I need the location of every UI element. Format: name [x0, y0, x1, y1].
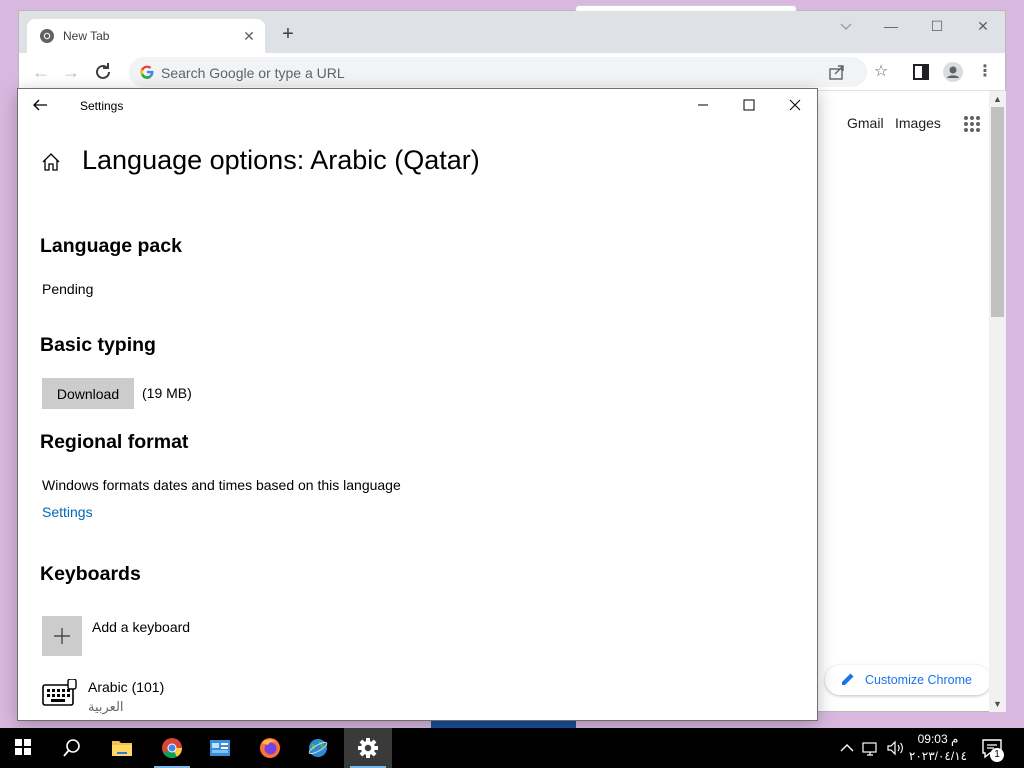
reload-icon[interactable]	[91, 60, 115, 84]
regional-format-heading: Regional format	[40, 431, 189, 453]
back-arrow-icon[interactable]: ←	[29, 60, 53, 84]
gear-icon	[358, 738, 378, 758]
keyboard-native-name: العربية	[88, 699, 124, 714]
page-scrollbar[interactable]: ▲ ▼	[989, 91, 1006, 712]
taskbar-settings[interactable]	[344, 728, 392, 768]
chrome-toolbar: ← → Search Google or type a URL ☆ ⋮	[19, 53, 1005, 91]
page-title: Language options: Arabic (Qatar)	[82, 145, 480, 175]
chrome-tab-strip: New Tab ✕ + — ☐ ✕	[19, 11, 1005, 53]
keyboards-heading: Keyboards	[40, 563, 141, 585]
home-icon[interactable]	[40, 151, 62, 173]
control-panel-icon	[210, 740, 230, 756]
windows-logo-icon	[15, 739, 31, 755]
notification-count-badge: 1	[990, 748, 1004, 762]
side-panel-icon[interactable]	[909, 60, 933, 84]
language-pack-heading: Language pack	[40, 235, 182, 257]
chevron-up-icon[interactable]	[838, 739, 856, 757]
omnibox[interactable]: Search Google or type a URL	[129, 57, 867, 87]
settings-maximize-button[interactable]	[726, 89, 772, 121]
chrome-favicon-icon	[40, 29, 54, 43]
chrome-icon	[162, 738, 183, 759]
folder-icon	[112, 741, 132, 756]
settings-window: Settings Language options: Arabic (Qatar…	[17, 88, 818, 721]
firefox-icon	[260, 738, 280, 758]
taskbar-control-panel[interactable]	[196, 728, 244, 768]
customize-chrome-button[interactable]: Customize Chrome	[825, 665, 991, 695]
profile-avatar-icon[interactable]	[941, 60, 965, 84]
volume-icon[interactable]	[886, 739, 904, 757]
scrollbar-thumb[interactable]	[991, 107, 1004, 317]
new-tab-button[interactable]: +	[277, 24, 299, 46]
start-button[interactable]	[0, 728, 48, 768]
scroll-up-icon[interactable]: ▲	[989, 91, 1006, 107]
clock-date[interactable]: ٢٠٢٣/٠٤/١٤	[908, 749, 968, 763]
taskbar-file-explorer[interactable]	[98, 728, 146, 768]
share-icon[interactable]	[827, 62, 847, 82]
download-size: (19 MB)	[142, 385, 192, 401]
search-button[interactable]	[48, 728, 96, 768]
omnibox-placeholder: Search Google or type a URL	[161, 65, 345, 81]
settings-title-bar: Settings	[18, 89, 817, 121]
taskbar: 09:03 م ٢٠٢٣/٠٤/١٤ 1	[0, 728, 1024, 768]
plus-icon	[54, 628, 70, 644]
language-pack-status: Pending	[42, 281, 94, 297]
settings-close-button[interactable]	[772, 89, 818, 121]
chrome-close-button[interactable]: ✕	[969, 17, 997, 35]
clock-time[interactable]: 09:03 م	[910, 732, 966, 746]
google-apps-icon[interactable]	[963, 115, 981, 133]
basic-typing-heading: Basic typing	[40, 334, 156, 356]
gmail-link[interactable]: Gmail	[847, 115, 884, 131]
chrome-maximize-button[interactable]: ☐	[923, 17, 951, 35]
back-arrow-icon[interactable]	[30, 95, 50, 115]
scroll-down-icon[interactable]: ▼	[989, 696, 1006, 712]
tab-title: New Tab	[63, 29, 110, 43]
chrome-menu-icon[interactable]: ⋮	[973, 60, 997, 84]
google-g-icon	[140, 65, 154, 79]
customize-chrome-label: Customize Chrome	[865, 673, 972, 687]
settings-window-title: Settings	[80, 99, 124, 113]
regional-format-description: Windows formats dates and times based on…	[42, 477, 401, 493]
chrome-minimize-button[interactable]: —	[877, 17, 905, 35]
settings-minimize-button[interactable]	[680, 89, 726, 121]
bookmark-star-icon[interactable]: ☆	[869, 60, 893, 84]
pencil-icon	[842, 673, 854, 685]
tab-new-tab[interactable]: New Tab ✕	[27, 19, 265, 53]
tab-close-icon[interactable]: ✕	[239, 26, 259, 46]
add-keyboard-label[interactable]: Add a keyboard	[92, 619, 190, 635]
download-button[interactable]: Download	[42, 378, 134, 409]
taskbar-firefox[interactable]	[246, 728, 294, 768]
forward-arrow-icon[interactable]: →	[59, 60, 83, 84]
images-link[interactable]: Images	[895, 115, 941, 131]
search-icon	[63, 739, 80, 757]
taskbar-globe-app[interactable]	[294, 728, 342, 768]
keyboard-icon	[42, 679, 77, 706]
taskbar-chrome[interactable]	[148, 728, 196, 768]
network-icon[interactable]	[862, 739, 880, 757]
add-keyboard-button[interactable]	[42, 616, 82, 656]
keyboard-name[interactable]: Arabic (101)	[88, 679, 164, 695]
regional-settings-link[interactable]: Settings	[42, 504, 93, 520]
globe-icon	[308, 739, 328, 757]
background-window-edge	[431, 720, 576, 728]
tab-search-chevron-icon[interactable]	[837, 17, 855, 35]
